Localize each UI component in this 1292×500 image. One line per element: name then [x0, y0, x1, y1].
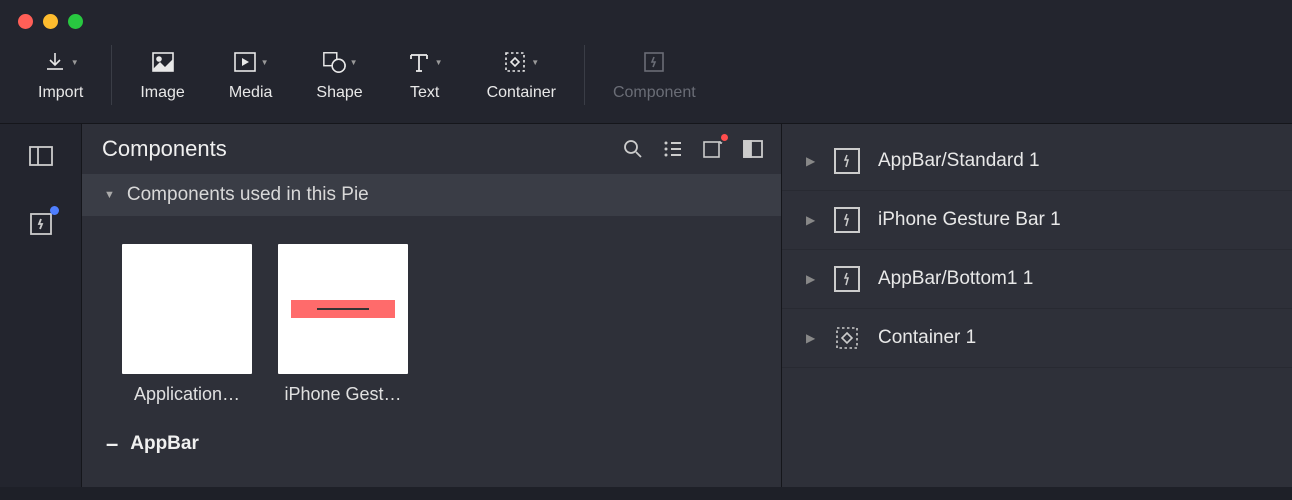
- window-controls: [0, 0, 1292, 37]
- left-rail: [0, 124, 82, 487]
- layer-name: iPhone Gesture Bar 1: [878, 209, 1061, 231]
- panels-rail-item[interactable]: [27, 142, 55, 170]
- panel-title: Components: [102, 136, 227, 162]
- layer-iphone-gesture-bar[interactable]: ▶ iPhone Gesture Bar 1: [782, 191, 1292, 250]
- image-tool[interactable]: Image: [118, 48, 206, 102]
- shape-label: Shape: [316, 84, 362, 102]
- toolbar-separator: [584, 45, 585, 105]
- component-icon: [834, 207, 860, 233]
- search-button[interactable]: [621, 137, 645, 161]
- layer-appbar-standard[interactable]: ▶ AppBar/Standard 1: [782, 132, 1292, 191]
- media-label: Media: [229, 84, 273, 102]
- text-tool[interactable]: ▼ Text: [385, 48, 465, 102]
- collapse-icon: –: [106, 431, 118, 457]
- toolbar-separator: [111, 45, 112, 105]
- window-close-button[interactable]: [18, 14, 33, 29]
- chevron-down-icon: ▼: [531, 58, 539, 67]
- toolbar: ▼ Import Image ▼: [0, 37, 1292, 124]
- chevron-down-icon: ▼: [435, 58, 443, 67]
- import-icon: [43, 50, 67, 74]
- expand-icon: ▶: [806, 331, 816, 345]
- component-tool[interactable]: Component: [591, 48, 718, 102]
- list-view-button[interactable]: [661, 137, 685, 161]
- add-component-button[interactable]: [701, 137, 725, 161]
- import-label: Import: [38, 84, 83, 102]
- component-label: Component: [613, 84, 696, 102]
- section-appbar[interactable]: – AppBar: [82, 417, 781, 457]
- sidebar-toggle-button[interactable]: [741, 137, 765, 161]
- layers-panel: ▶ AppBar/Standard 1 ▶ iPhone Gesture Bar…: [782, 124, 1292, 487]
- thumb-label: Application…: [134, 384, 240, 405]
- image-icon: [151, 50, 175, 74]
- text-label: Text: [410, 84, 439, 102]
- layer-appbar-bottom[interactable]: ▶ AppBar/Bottom1 1: [782, 250, 1292, 309]
- chevron-down-icon: ▼: [350, 58, 358, 67]
- image-label: Image: [140, 84, 184, 102]
- thumb-preview: [122, 244, 252, 374]
- component-thumb-iphone-gesture[interactable]: iPhone Gest…: [278, 244, 408, 405]
- component-icon: [834, 266, 860, 292]
- shape-icon: [322, 50, 346, 74]
- expand-icon: ▶: [806, 272, 816, 286]
- layer-container[interactable]: ▶ Container 1: [782, 309, 1292, 368]
- section-label: Components used in this Pie: [127, 184, 369, 206]
- thumb-preview: [278, 244, 408, 374]
- section-label: AppBar: [130, 433, 199, 455]
- notification-dot: [719, 132, 730, 143]
- thumb-label: iPhone Gest…: [284, 384, 401, 405]
- expand-icon: ▶: [806, 213, 816, 227]
- import-tool[interactable]: ▼ Import: [16, 48, 105, 102]
- window-minimize-button[interactable]: [43, 14, 58, 29]
- container-icon: [834, 325, 860, 351]
- component-icon: [834, 148, 860, 174]
- media-tool[interactable]: ▼ Media: [207, 48, 295, 102]
- window-maximize-button[interactable]: [68, 14, 83, 29]
- container-tool[interactable]: ▼ Container: [465, 48, 578, 102]
- expand-icon: ▶: [806, 154, 816, 168]
- disclosure-triangle-icon: ▼: [104, 189, 115, 201]
- container-label: Container: [487, 84, 556, 102]
- component-icon: [642, 50, 666, 74]
- section-used-in-pie[interactable]: ▼ Components used in this Pie: [82, 174, 781, 216]
- chevron-down-icon: ▼: [71, 58, 79, 67]
- shape-tool[interactable]: ▼ Shape: [294, 48, 384, 102]
- chevron-down-icon: ▼: [261, 58, 269, 67]
- components-panel: Components: [82, 124, 782, 487]
- layer-name: AppBar/Standard 1: [878, 150, 1040, 172]
- layer-name: AppBar/Bottom1 1: [878, 268, 1033, 290]
- layer-name: Container 1: [878, 327, 976, 349]
- component-thumb-application[interactable]: Application…: [122, 244, 252, 405]
- notification-dot: [50, 206, 59, 215]
- media-icon: [233, 50, 257, 74]
- text-icon: [407, 50, 431, 74]
- components-rail-item[interactable]: [27, 210, 55, 238]
- container-icon: [503, 50, 527, 74]
